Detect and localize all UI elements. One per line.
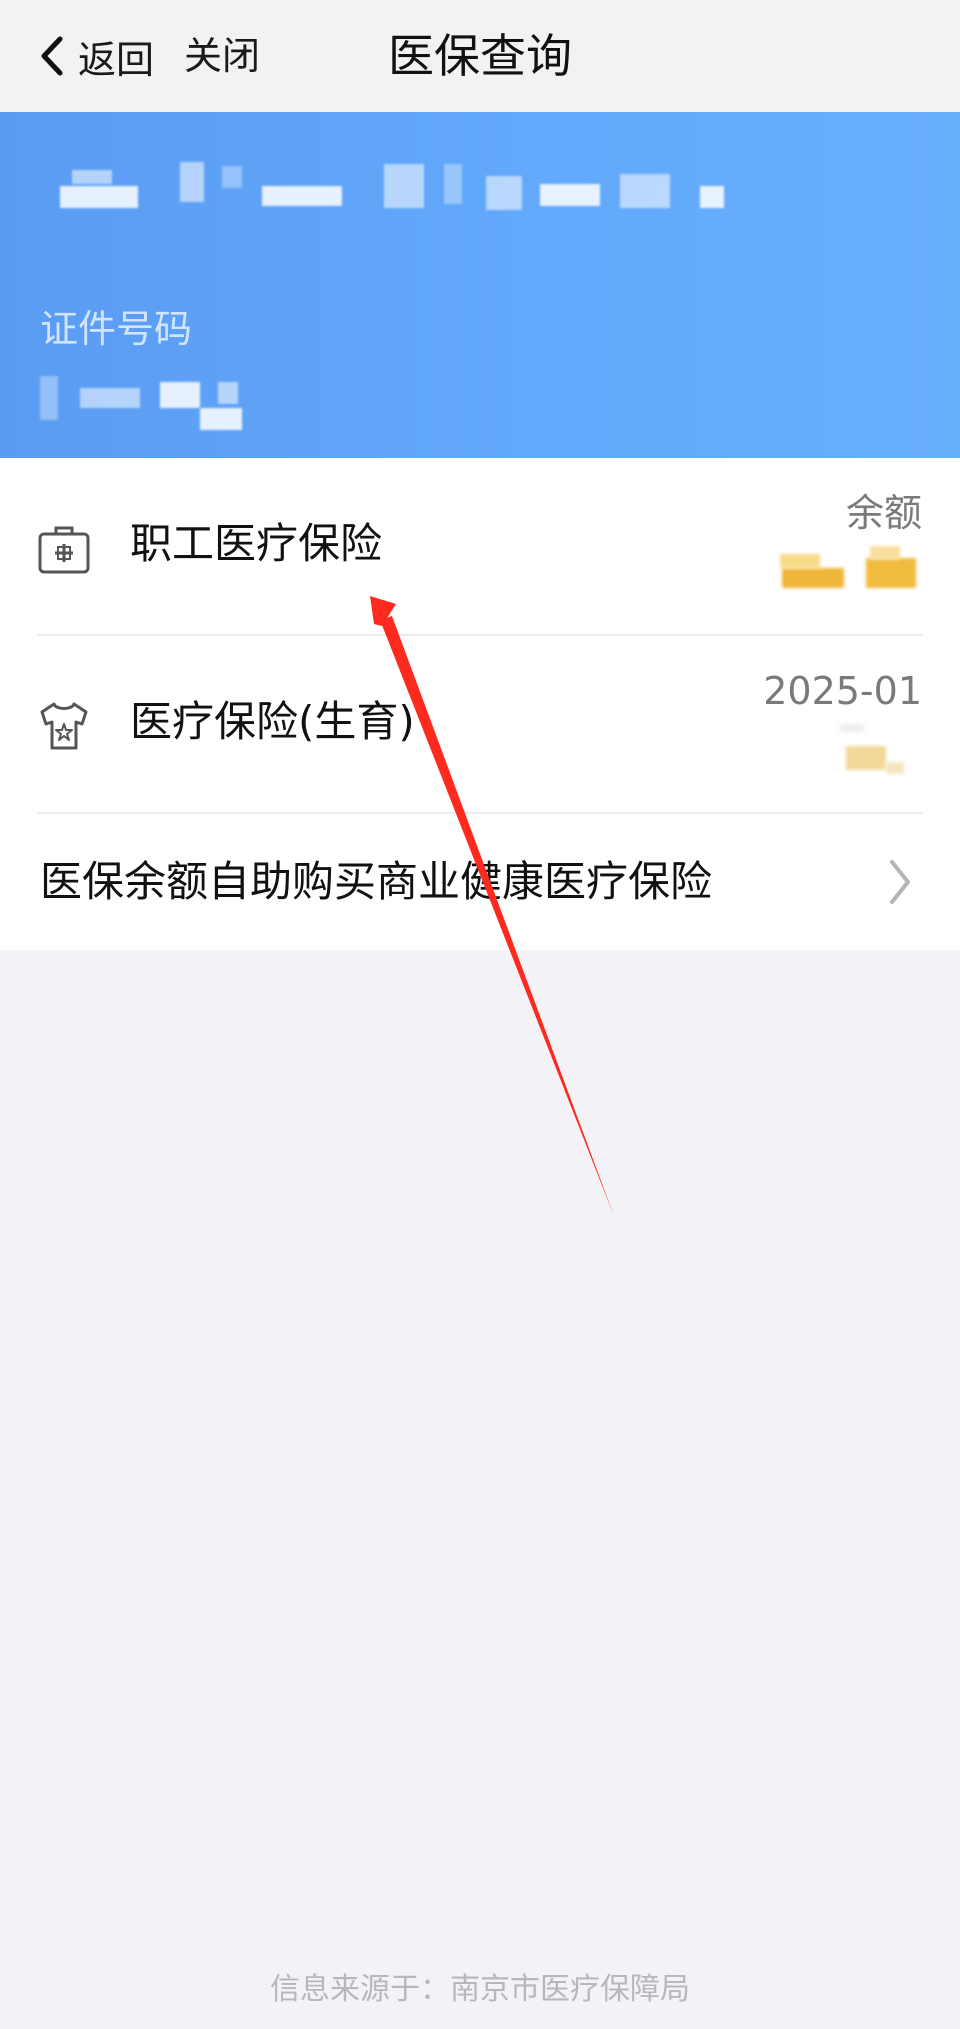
data-source-note: 信息来源于：南京市医疗保障局 <box>270 1972 690 2007</box>
insured-info-card: 证件号码 <box>0 112 960 458</box>
list-item-title: 医保余额自助购买商业健康医疗保险 <box>40 857 713 906</box>
balance-label: 余额 <box>845 491 922 535</box>
page-title: 医保查询 <box>388 29 572 83</box>
list-item-title: 职工医疗保险 <box>130 519 383 568</box>
period-label: 2025-01 <box>763 669 922 713</box>
medical-kit-icon <box>38 526 90 574</box>
chevron-right-icon <box>890 860 910 904</box>
list-item-title: 医疗保险(生育) <box>130 697 415 746</box>
list-item-maternity-insurance[interactable]: 医疗保险(生育) 2025-01 <box>0 636 960 812</box>
baby-clothes-icon <box>40 702 88 750</box>
insurance-list: 职工医疗保险 余额 医疗保险(生育) 2025-01 医保余额自助购买商业健康医… <box>0 458 960 950</box>
list-item-buy-commercial-insurance[interactable]: 医保余额自助购买商业健康医疗保险 <box>0 814 960 950</box>
id-number-label: 证件号码 <box>40 307 193 351</box>
list-item-employee-insurance[interactable]: 职工医疗保险 余额 <box>0 458 960 634</box>
top-nav-bar: 返回 关闭 医保查询 <box>0 0 960 112</box>
